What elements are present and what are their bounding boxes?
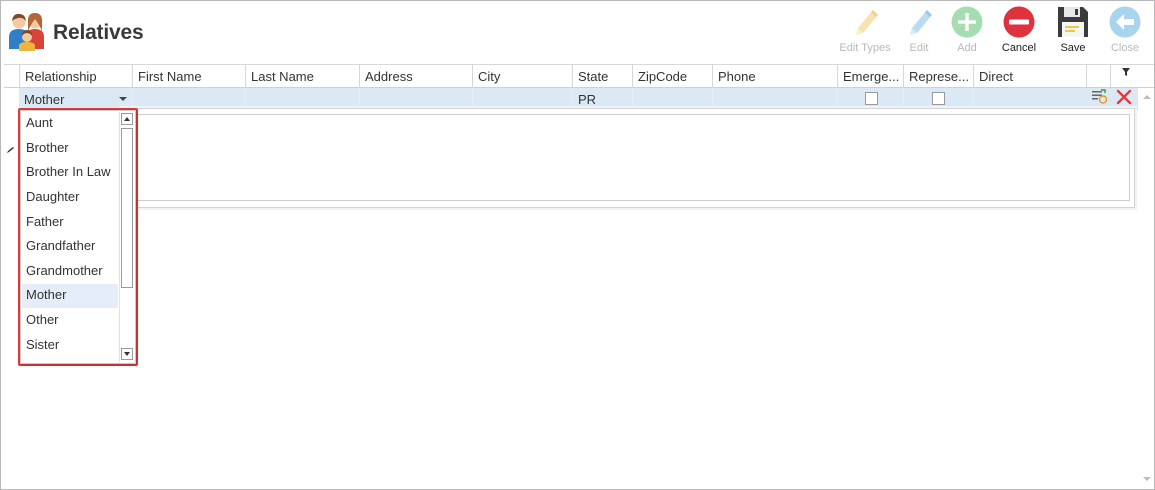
scroll-up-icon[interactable]: [1143, 95, 1151, 99]
update-row-icon[interactable]: [1091, 88, 1107, 104]
dropdown-option-mother[interactable]: Mother: [22, 284, 118, 308]
save-button[interactable]: Save: [1048, 5, 1098, 61]
dropdown-scroll-up-button[interactable]: [121, 113, 133, 125]
close-icon[interactable]: [1116, 89, 1132, 105]
relatives-window: Relatives Edit Types Edit Add Cancel Sav…: [0, 0, 1155, 490]
page-title: Relatives: [53, 21, 144, 44]
pencil-icon: [910, 10, 932, 35]
edit-types-label: Edit Types: [839, 42, 891, 54]
column-header-address[interactable]: Address: [359, 65, 472, 88]
city-field[interactable]: [472, 88, 572, 110]
edit-label: Edit: [909, 42, 929, 54]
representative-checkbox[interactable]: [932, 92, 945, 105]
family-icon: [9, 13, 44, 51]
dropdown-option-brother[interactable]: Brother: [22, 137, 118, 161]
editing-pencil-icon: [7, 147, 14, 153]
detail-area[interactable]: [130, 114, 1130, 201]
column-header-actions: [1086, 65, 1110, 88]
chevron-down-icon: [124, 352, 130, 356]
pencil-icon: [856, 10, 878, 35]
column-header-representative[interactable]: Represe...: [903, 65, 973, 88]
chevron-down-icon[interactable]: [119, 97, 127, 101]
toolbar: Edit Types Edit Add Cancel Save Close: [836, 5, 1152, 61]
last-name-field[interactable]: [245, 88, 359, 110]
cancel-label: Cancel: [1001, 42, 1037, 54]
add-label: Add: [957, 42, 977, 54]
save-label: Save: [1060, 42, 1086, 54]
dropdown-scrollbar[interactable]: [119, 112, 134, 362]
column-header-first-name[interactable]: First Name: [132, 65, 245, 88]
zipcode-field[interactable]: [632, 88, 712, 110]
dropdown-scroll-thumb[interactable]: [121, 128, 133, 288]
dropdown-option-grandmother[interactable]: Grandmother: [22, 260, 118, 284]
relationship-dropdown: Aunt Brother Brother In Law Daughter Fat…: [20, 110, 136, 364]
dropdown-option-father[interactable]: Father: [22, 211, 118, 235]
scroll-down-icon[interactable]: [1143, 477, 1151, 481]
chevron-up-icon: [124, 117, 130, 121]
add-button[interactable]: Add: [944, 5, 990, 61]
column-header-phone[interactable]: Phone: [712, 65, 837, 88]
column-header-city[interactable]: City: [472, 65, 572, 88]
column-header-direct[interactable]: Direct: [973, 65, 1086, 88]
dropdown-option-grandfather[interactable]: Grandfather: [22, 235, 118, 259]
dropdown-option-other[interactable]: Other: [22, 309, 118, 333]
phone-field[interactable]: [712, 88, 837, 110]
edit-types-button[interactable]: Edit Types: [836, 5, 894, 61]
address-field[interactable]: [359, 88, 472, 110]
dropdown-option-brother-in-law[interactable]: Brother In Law: [22, 161, 118, 185]
state-field[interactable]: PR: [572, 88, 632, 110]
back-arrow-circle-icon: [1109, 6, 1141, 38]
column-header-filter: [1110, 65, 1154, 88]
cancel-button[interactable]: Cancel: [990, 5, 1048, 61]
dropdown-option-aunt[interactable]: Aunt: [22, 112, 118, 136]
plus-circle-icon: [951, 6, 983, 38]
emergency-checkbox[interactable]: [865, 92, 878, 105]
grid-header: Relationship First Name Last Name Addres…: [4, 64, 1154, 88]
representative-cell: [903, 88, 973, 110]
column-header-relationship[interactable]: Relationship: [19, 65, 132, 88]
first-name-field[interactable]: [132, 88, 245, 110]
close-button[interactable]: Close: [1098, 5, 1152, 61]
relationship-value: Mother: [24, 92, 65, 107]
close-label: Close: [1110, 42, 1140, 54]
relationship-combo[interactable]: Mother: [19, 88, 132, 110]
column-header-state[interactable]: State: [572, 65, 632, 88]
column-header-emergency[interactable]: Emerge...: [837, 65, 903, 88]
edit-button[interactable]: Edit: [894, 5, 944, 61]
column-header-zipcode[interactable]: ZipCode: [632, 65, 712, 88]
floppy-disk-icon: [1058, 7, 1088, 37]
filter-icon[interactable]: [1121, 67, 1131, 77]
dropdown-scroll-down-button[interactable]: [121, 348, 133, 360]
detail-panel: [121, 108, 1135, 208]
dropdown-option-sister[interactable]: Sister: [22, 334, 118, 358]
emergency-cell: [837, 88, 903, 110]
dropdown-option-daughter[interactable]: Daughter: [22, 186, 118, 210]
minus-circle-icon: [1003, 6, 1035, 38]
direct-field[interactable]: [973, 88, 1086, 110]
grid-vertical-scrollbar[interactable]: [1139, 88, 1155, 488]
column-header-last-name[interactable]: Last Name: [245, 65, 359, 88]
edit-row: Mother PR: [19, 88, 1138, 110]
